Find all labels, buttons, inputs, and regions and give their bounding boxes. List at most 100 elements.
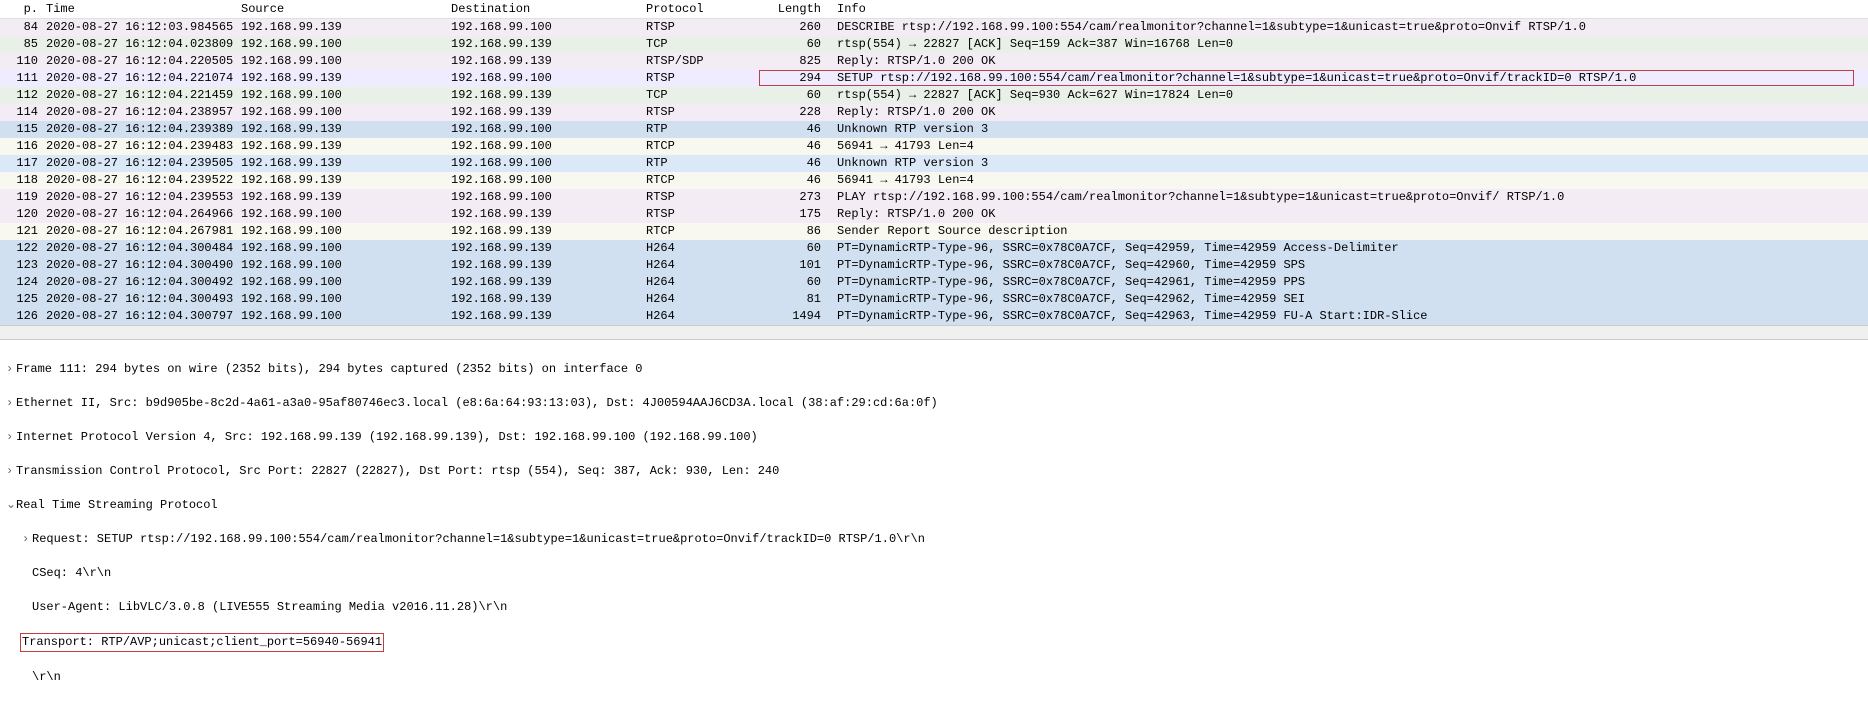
cell[interactable]: 192.168.99.139 (235, 19, 445, 36)
cell[interactable]: 192.168.99.100 (445, 138, 640, 155)
cell[interactable]: 192.168.99.139 (235, 70, 445, 87)
detail-cseq[interactable]: CSeq: 4\r\n (6, 565, 1862, 582)
cell[interactable]: 56941 → 41793 Len=4 (831, 172, 1868, 189)
table-row[interactable]: 852020-08-27 16:12:04.023809 192.168.99.1… (0, 36, 1868, 53)
cell[interactable]: 2020-08-27 16:12:04.300492 (40, 274, 235, 291)
cell[interactable]: 46 (761, 121, 831, 138)
cell[interactable]: 192.168.99.100 (235, 291, 445, 308)
col-header-no[interactable]: p. (0, 0, 40, 19)
cell[interactable]: 192.168.99.139 (445, 274, 640, 291)
cell[interactable]: 2020-08-27 16:12:04.221459 (40, 87, 235, 104)
cell[interactable]: DESCRIBE rtsp://192.168.99.100:554/cam/r… (831, 19, 1868, 36)
cell[interactable]: 46 (761, 172, 831, 189)
cell[interactable]: 192.168.99.139 (235, 121, 445, 138)
cell[interactable]: 192.168.99.100 (235, 223, 445, 240)
cell[interactable]: 84 (0, 19, 40, 36)
cell[interactable]: 2020-08-27 16:12:04.239553 (40, 189, 235, 206)
table-row[interactable]: 1252020-08-27 16:12:04.300493192.168.99.… (0, 291, 1868, 308)
cell[interactable]: RTCP (640, 138, 761, 155)
cell[interactable]: Unknown RTP version 3 (831, 155, 1868, 172)
cell[interactable]: 192.168.99.139 (235, 189, 445, 206)
cell[interactable]: RTSP (640, 70, 761, 87)
cell[interactable]: 192.168.99.100 (445, 121, 640, 138)
table-row[interactable]: 1122020-08-27 16:12:04.221459192.168.99.… (0, 87, 1868, 104)
cell[interactable]: RTSP/SDP (640, 53, 761, 70)
table-row[interactable]: 1242020-08-27 16:12:04.300492192.168.99.… (0, 274, 1868, 291)
table-row[interactable]: 1182020-08-27 16:12:04.239522192.168.99.… (0, 172, 1868, 189)
cell[interactable]: 2020-08-27 16:12:04.239522 (40, 172, 235, 189)
cell[interactable]: H264 (640, 308, 761, 325)
cell[interactable]: Reply: RTSP/1.0 200 OK (831, 53, 1868, 70)
cell[interactable]: 46 (761, 155, 831, 172)
cell[interactable]: 60 (761, 240, 831, 257)
cell[interactable]: 120 (0, 206, 40, 223)
detail-rtsp[interactable]: ⌄Real Time Streaming Protocol (6, 497, 1862, 514)
cell[interactable]: 192.168.99.100 (235, 87, 445, 104)
cell[interactable]: 192.168.99.139 (235, 172, 445, 189)
cell[interactable]: 192.168.99.139 (445, 36, 640, 53)
cell[interactable]: 2020-08-27 16:12:04.300797 (40, 308, 235, 325)
cell[interactable]: RTP (640, 155, 761, 172)
cell[interactable]: 60 (761, 87, 831, 104)
cell[interactable]: 192.168.99.100 (445, 70, 640, 87)
cell[interactable]: 175 (761, 206, 831, 223)
cell[interactable]: 2020-08-27 16:12:04.300484 (40, 240, 235, 257)
cell[interactable]: H264 (640, 257, 761, 274)
cell[interactable]: 2020-08-27 16:12:04.221074 (40, 70, 235, 87)
cell[interactable]: RTSP (640, 104, 761, 121)
cell[interactable]: 46 (761, 138, 831, 155)
cell[interactable]: Unknown RTP version 3 (831, 121, 1868, 138)
table-row[interactable]: 1142020-08-27 16:12:04.238957192.168.99.… (0, 104, 1868, 121)
detail-user-agent[interactable]: User-Agent: LibVLC/3.0.8 (LIVE555 Stream… (6, 599, 1862, 616)
cell[interactable]: 192.168.99.100 (235, 240, 445, 257)
table-row[interactable]: 1112020-08-27 16:12:04.221074192.168.99.… (0, 70, 1868, 87)
cell[interactable]: RTP (640, 121, 761, 138)
cell[interactable]: H264 (640, 240, 761, 257)
cell[interactable]: 192.168.99.139 (235, 155, 445, 172)
cell[interactable]: 81 (761, 291, 831, 308)
cell[interactable]: rtsp(554) → 22827 [ACK] Seq=930 Ack=627 … (831, 87, 1868, 104)
table-row[interactable]: 1152020-08-27 16:12:04.239389192.168.99.… (0, 121, 1868, 138)
cell[interactable]: 192.168.99.139 (445, 53, 640, 70)
cell[interactable]: PT=DynamicRTP-Type-96, SSRC=0x78C0A7CF, … (831, 308, 1868, 325)
cell[interactable]: 2020-08-27 16:12:03.984565 (40, 19, 235, 36)
col-header-protocol[interactable]: Protocol (640, 0, 761, 19)
cell[interactable]: PT=DynamicRTP-Type-96, SSRC=0x78C0A7CF, … (831, 257, 1868, 274)
cell[interactable]: 119 (0, 189, 40, 206)
cell[interactable]: 123 (0, 257, 40, 274)
cell[interactable]: 121 (0, 223, 40, 240)
cell[interactable]: RTCP (640, 172, 761, 189)
pane-divider[interactable] (0, 325, 1868, 340)
cell[interactable]: RTSP (640, 19, 761, 36)
cell[interactable]: 112 (0, 87, 40, 104)
cell[interactable]: 192.168.99.100 (235, 308, 445, 325)
cell[interactable]: 192.168.99.100 (445, 189, 640, 206)
detail-ethernet[interactable]: ›Ethernet II, Src: b9d905be-8c2d-4a61-a3… (6, 395, 1862, 412)
cell[interactable]: 192.168.99.100 (445, 155, 640, 172)
table-row[interactable]: 1162020-08-27 16:12:04.239483192.168.99.… (0, 138, 1868, 155)
cell[interactable]: 2020-08-27 16:12:04.300493 (40, 291, 235, 308)
cell[interactable]: RTCP (640, 223, 761, 240)
cell[interactable]: 192.168.99.100 (235, 274, 445, 291)
table-row[interactable]: 1262020-08-27 16:12:04.300797192.168.99.… (0, 308, 1868, 325)
col-header-destination[interactable]: Destination (445, 0, 640, 19)
cell[interactable]: TCP (640, 87, 761, 104)
cell[interactable]: RTSP (640, 206, 761, 223)
cell[interactable]: PT=DynamicRTP-Type-96, SSRC=0x78C0A7CF, … (831, 291, 1868, 308)
cell[interactable]: 192.168.99.139 (235, 138, 445, 155)
table-row[interactable]: 1202020-08-27 16:12:04.264966192.168.99.… (0, 206, 1868, 223)
cell[interactable]: 2020-08-27 16:12:04.239505 (40, 155, 235, 172)
cell[interactable]: 124 (0, 274, 40, 291)
expand-caret-icon[interactable]: › (22, 531, 32, 548)
cell[interactable]: 117 (0, 155, 40, 172)
cell[interactable]: Sender Report Source description (831, 223, 1868, 240)
cell[interactable]: 825 (761, 53, 831, 70)
cell[interactable]: 2020-08-27 16:12:04.264966 (40, 206, 235, 223)
cell[interactable]: 2020-08-27 16:12:04.023809 (40, 36, 235, 53)
cell[interactable]: 85 (0, 36, 40, 53)
detail-request[interactable]: ›Request: SETUP rtsp://192.168.99.100:55… (6, 531, 1862, 548)
cell[interactable]: 192.168.99.139 (445, 308, 640, 325)
table-row[interactable]: 1102020-08-27 16:12:04.220505192.168.99.… (0, 53, 1868, 70)
expand-caret-icon[interactable]: › (6, 463, 16, 480)
cell[interactable]: 126 (0, 308, 40, 325)
